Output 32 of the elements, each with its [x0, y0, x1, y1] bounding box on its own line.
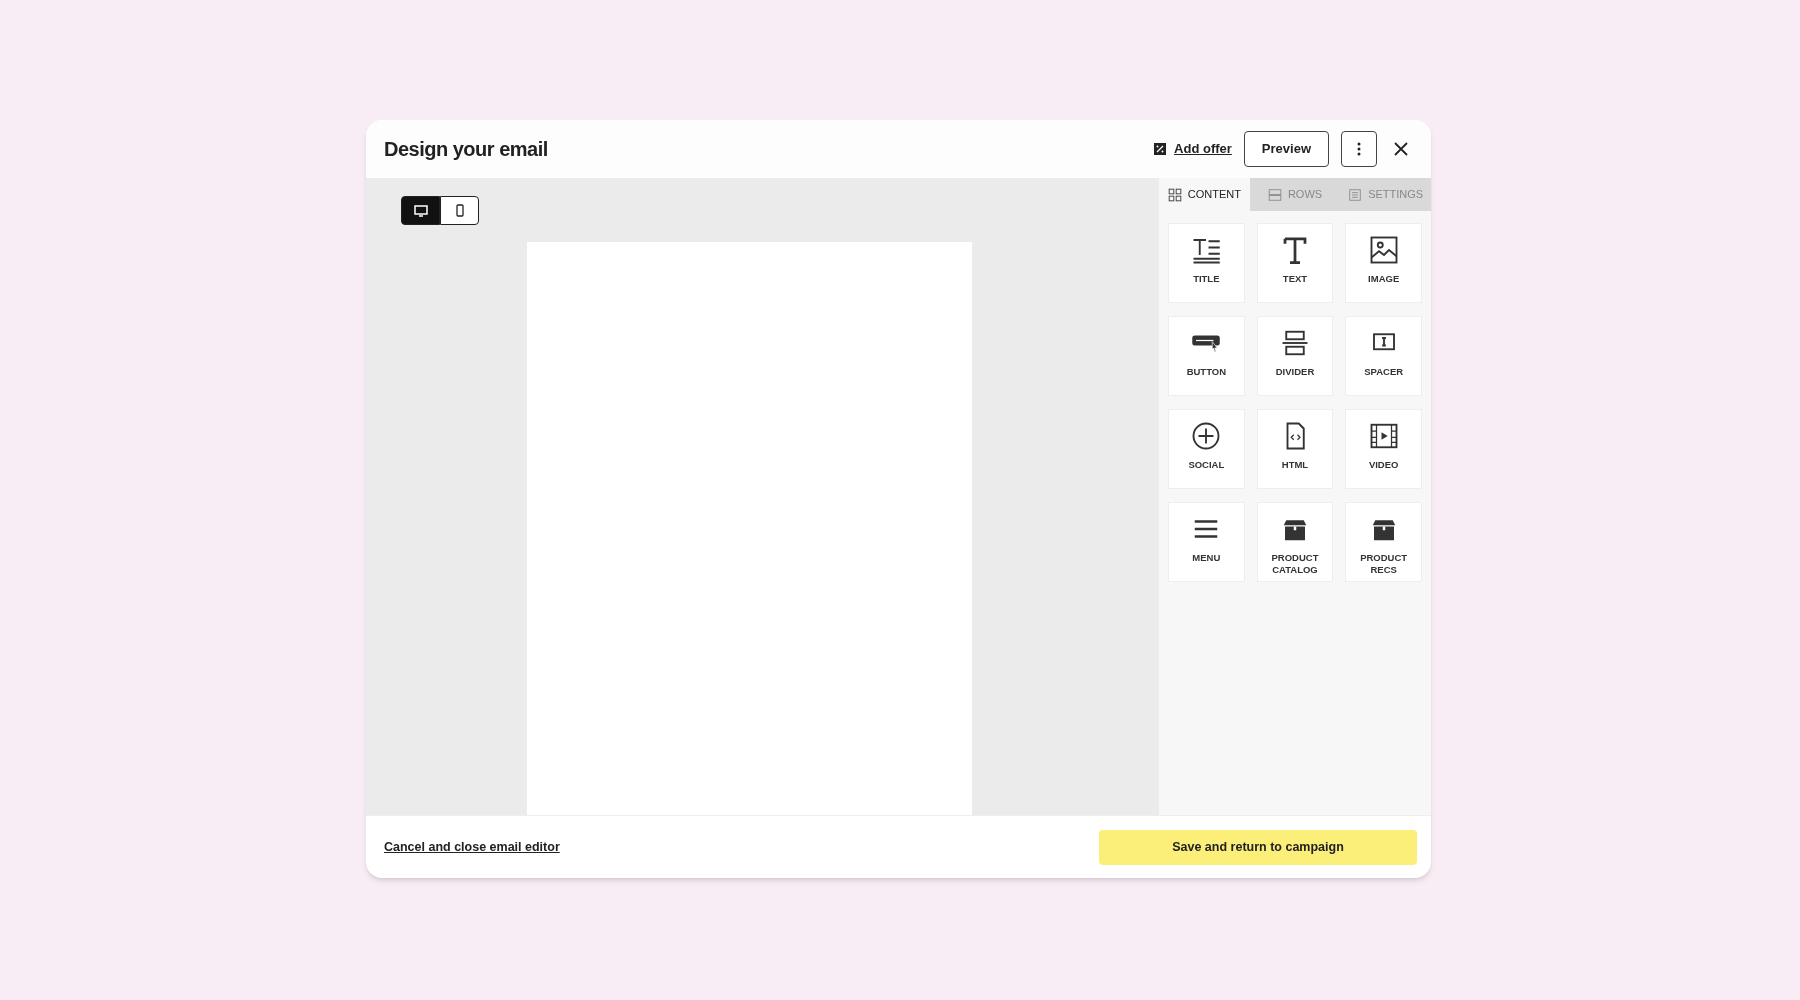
- desktop-view-button[interactable]: [401, 196, 440, 225]
- content-block-tile[interactable]: HTML: [1256, 409, 1334, 489]
- content-block-tile[interactable]: TEXT: [1256, 223, 1334, 303]
- more-vertical-icon: [1357, 142, 1361, 156]
- cancel-link[interactable]: Cancel and close email editor: [384, 837, 560, 857]
- content-block-tile[interactable]: DIVIDER: [1256, 316, 1334, 396]
- phone-icon: [455, 204, 464, 217]
- percent-tag-icon: [1154, 143, 1167, 155]
- mobile-view-button[interactable]: [440, 196, 479, 225]
- content-block-tile[interactable]: TITLE: [1168, 223, 1245, 303]
- more-button[interactable]: [1341, 131, 1377, 167]
- add-offer-link[interactable]: Add offer: [1154, 139, 1232, 159]
- content-block-tile[interactable]: SOCIAL: [1168, 409, 1245, 489]
- close-icon: [1394, 142, 1408, 156]
- rows-icon: [1267, 187, 1282, 202]
- preview-button[interactable]: Preview: [1243, 131, 1329, 167]
- content-block-tile[interactable]: IMAGE: [1345, 223, 1422, 303]
- divider-icon: [1280, 328, 1310, 358]
- content-block-tile[interactable]: PRODUCT RECS: [1345, 502, 1422, 582]
- image-icon: [1368, 235, 1399, 265]
- content-block-tile[interactable]: PRODUCT CATALOG: [1256, 502, 1334, 582]
- film-icon: [1368, 421, 1399, 451]
- circle-plus-icon: [1191, 421, 1222, 451]
- grid-icon: [1167, 187, 1182, 202]
- content-block-tile[interactable]: VIDEO: [1345, 409, 1422, 489]
- content-block-tile[interactable]: MENU: [1168, 502, 1245, 582]
- dialog-title: Design your email: [384, 137, 548, 162]
- save-button[interactable]: Save and return to campaign: [1099, 829, 1417, 865]
- list-icon: [1348, 187, 1363, 202]
- monitor-icon: [413, 204, 428, 217]
- content-block-tile[interactable]: SPACER: [1345, 316, 1422, 396]
- content-block-tile[interactable]: BUTTON: [1168, 316, 1245, 396]
